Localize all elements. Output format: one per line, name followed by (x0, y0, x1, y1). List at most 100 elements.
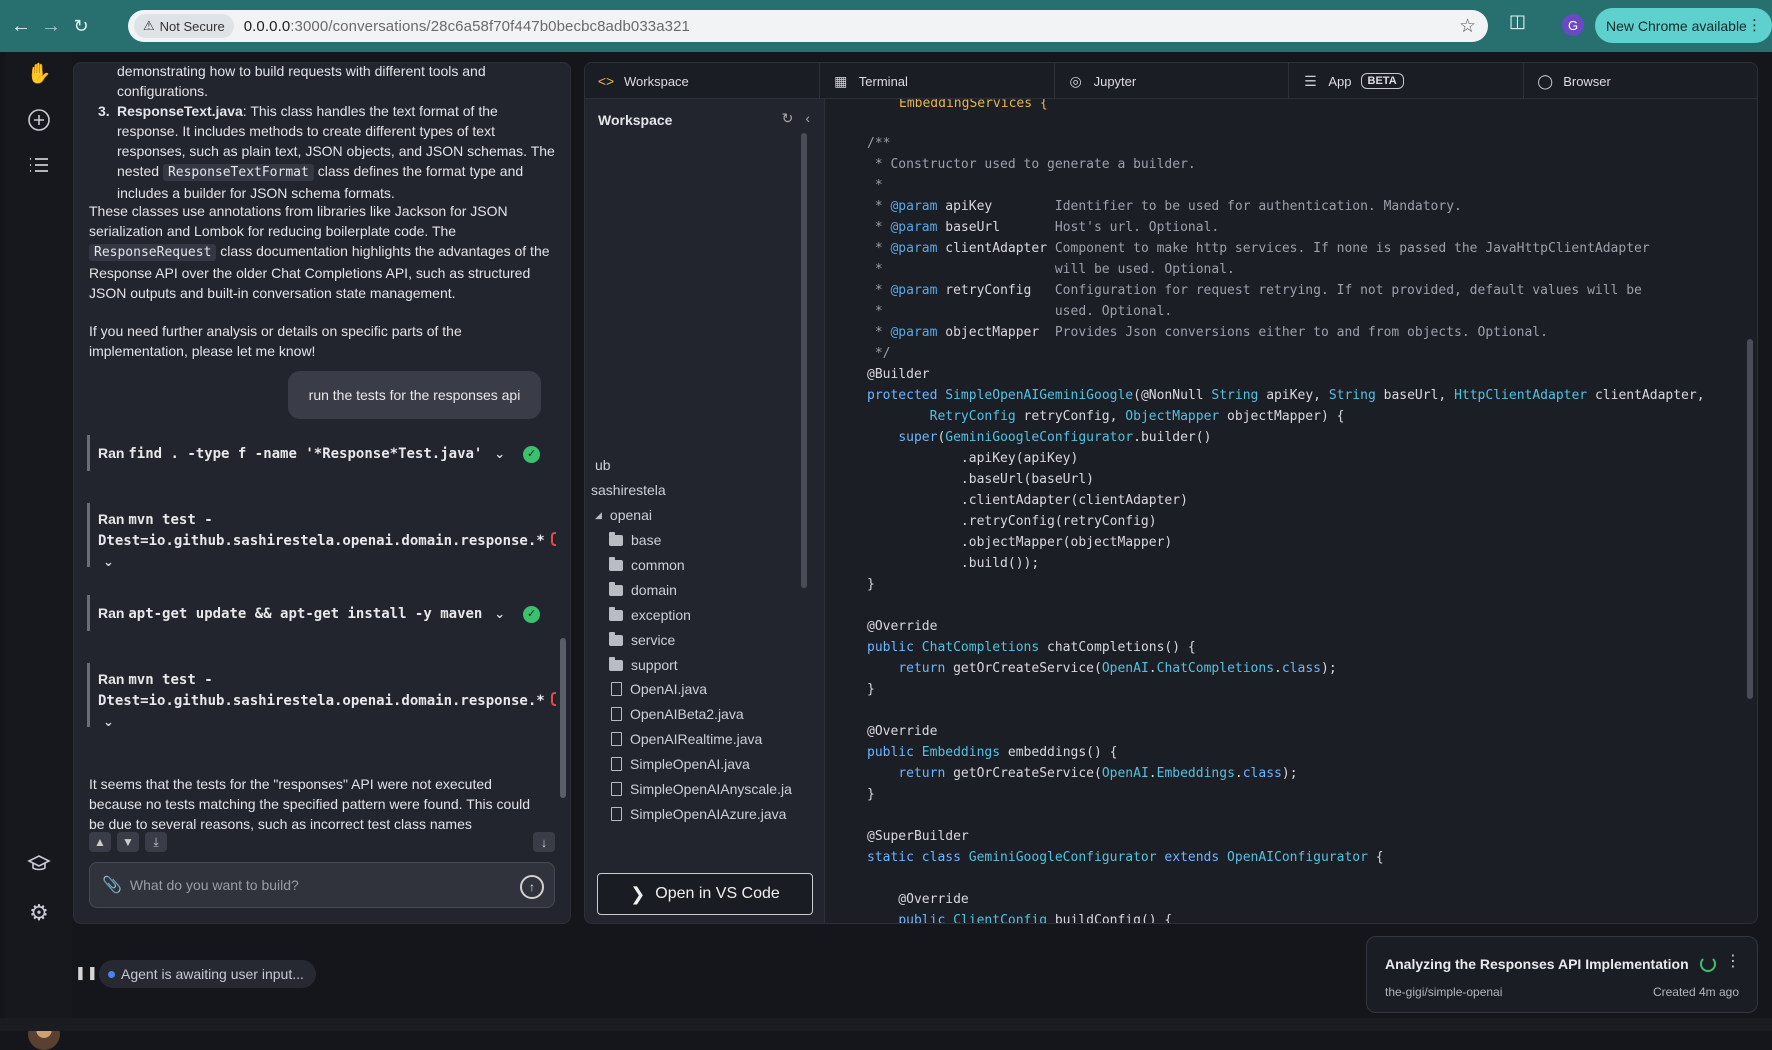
code-line: .build()); (867, 556, 1040, 571)
user-message: run the tests for the responses api (288, 371, 541, 419)
command-block[interactable]: Ran apt-get update && apt-get install -y… (87, 595, 552, 631)
bookmark-star-icon[interactable]: ☆ (1459, 15, 1476, 38)
file-tree-title: Workspace (598, 112, 673, 128)
code-line: * Constructor used to generate a builder… (867, 157, 1196, 172)
file-icon (611, 807, 622, 821)
paperclip-icon[interactable]: 📎 (102, 875, 122, 895)
tree-file[interactable]: SimpleOpenAI.java (611, 756, 750, 772)
folder-icon (609, 581, 623, 596)
folder-icon (609, 531, 623, 546)
loading-spinner-icon (1700, 956, 1716, 972)
tab-workspace[interactable]: <> Workspace (585, 63, 820, 99)
tree-folder[interactable]: common (609, 556, 685, 573)
tab-terminal[interactable]: ▦ Terminal (820, 63, 1055, 99)
tree-file[interactable]: SimpleOpenAIAzure.java (611, 806, 786, 822)
tree-folder-openai[interactable]: ◢ openai (595, 507, 652, 523)
assistant-message: demonstrating how to build requests with… (117, 63, 486, 99)
tree-folder[interactable]: exception (609, 606, 691, 623)
code-line: return getOrCreateService(OpenAI.ChatCom… (898, 661, 1337, 676)
code-icon: <> (597, 73, 615, 89)
code-line: public Embeddings embeddings() { (867, 745, 1118, 760)
tree-item[interactable]: sashirestela (591, 482, 666, 498)
chrome-update-button[interactable]: New Chrome available ⋮ (1595, 8, 1772, 43)
code-line: .clientAdapter(clientAdapter) (867, 493, 1188, 508)
open-in-vscode-button[interactable]: ❯ Open in VS Code (597, 873, 813, 915)
code-editor[interactable]: EmbeddingServices { /** * Constructor us… (826, 99, 1757, 924)
code-line: public ClientConfig buildConfig() { (898, 913, 1173, 924)
collapse-chevron-left-icon[interactable]: ‹ (805, 110, 810, 127)
code-line: protected SimpleOpenAIGeminiGoogle(@NonN… (867, 388, 1705, 403)
code-line: static class GeminiGoogleConfigurator ex… (867, 850, 1384, 865)
terminal-icon: ▦ (834, 72, 848, 89)
command-block[interactable]: Ran mvn test - Dtest=io.github.sashirest… (87, 663, 556, 729)
conversation-list-icon[interactable] (24, 150, 54, 180)
task-card[interactable]: Analyzing the Responses API Implementati… (1366, 936, 1758, 1013)
background-terminal-strip (0, 1018, 1772, 1031)
reload-icon[interactable]: ↻ (66, 11, 96, 41)
task-repo: the-gigi/simple-openai (1385, 985, 1503, 999)
folder-icon (609, 656, 623, 671)
tree-file[interactable]: OpenAI.java (611, 681, 707, 697)
address-bar[interactable]: ⚠ Not Secure 0.0.0.0:3000/conversations/… (128, 10, 1488, 42)
chat-transcript[interactable]: demonstrating how to build requests with… (74, 63, 556, 831)
back-icon[interactable]: ← (6, 11, 36, 41)
tree-file[interactable]: OpenAIBeta2.java (611, 706, 744, 722)
logo-hands-icon: ✋ (26, 62, 52, 85)
tree-folder[interactable]: domain (609, 581, 677, 598)
list-number: 3. (98, 103, 110, 119)
chevron-down-icon[interactable]: ⌄ (103, 714, 114, 729)
thumbs-down-icon[interactable]: ▼ (117, 832, 139, 852)
command-block[interactable]: Ran mvn test - Dtest=io.github.sashirest… (87, 503, 556, 569)
pause-icon[interactable]: ❚❚ (75, 965, 99, 981)
task-created-time: Created 4m ago (1652, 985, 1739, 999)
workspace-panel: <> Workspace ▦ Terminal ◎ Jupyter ☰ App … (584, 62, 1758, 924)
refresh-icon[interactable]: ↻ (782, 110, 794, 127)
command-block[interactable]: Ran find . -type f -name '*Response*Test… (87, 435, 552, 471)
chevron-down-icon[interactable]: ⌄ (494, 446, 505, 461)
task-title: Analyzing the Responses API Implementati… (1385, 956, 1689, 972)
tree-item[interactable]: ub (595, 457, 611, 473)
code-line: .retryConfig(retryConfig) (867, 514, 1157, 529)
forward-icon[interactable]: → (36, 11, 66, 41)
chat-input[interactable] (129, 877, 510, 893)
file-icon (611, 782, 622, 796)
tab-jupyter[interactable]: ◎ Jupyter (1055, 63, 1290, 99)
extensions-icon[interactable]: ◫ (1509, 11, 1526, 32)
code-line: * @param baseUrl Host's url. Optional. (867, 220, 1220, 235)
editor-scrollbar[interactable] (1747, 339, 1753, 699)
code-line: RetryConfig retryConfig, ObjectMapper ob… (929, 409, 1345, 424)
tree-folder[interactable]: service (609, 631, 675, 648)
tree-folder[interactable]: support (609, 656, 678, 673)
code-line: .objectMapper(objectMapper) (867, 535, 1173, 550)
download-icon[interactable]: ⤓ (145, 832, 167, 852)
more-vert-icon[interactable]: ⋮ (1725, 951, 1741, 971)
file-icon (611, 707, 622, 721)
tree-scrollbar[interactable] (801, 133, 807, 588)
thumbs-up-icon[interactable]: ▲ (89, 832, 111, 852)
not-secure-chip[interactable]: ⚠ Not Secure (134, 14, 234, 38)
code-line: @Override (867, 892, 969, 907)
chevron-down-icon[interactable]: ⌄ (103, 554, 114, 569)
chat-scrollbar[interactable] (560, 638, 566, 798)
chevron-down-icon[interactable]: ⌄ (494, 606, 505, 621)
code-line: .baseUrl(baseUrl) (867, 472, 1094, 487)
app-sidebar: ✋ ⚙ (6, 52, 72, 1050)
graduation-cap-icon[interactable] (24, 849, 54, 879)
tree-file[interactable]: OpenAIRealtime.java (611, 731, 762, 747)
scroll-to-bottom-icon[interactable]: ↓ (533, 832, 555, 852)
workspace-tabs: <> Workspace ▦ Terminal ◎ Jupyter ☰ App … (585, 63, 1757, 99)
file-icon (611, 757, 622, 771)
tab-browser[interactable]: ◯ Browser (1524, 63, 1757, 99)
tree-folder[interactable]: base (609, 531, 661, 548)
code-line: /** (867, 136, 891, 151)
code-line: } (867, 577, 875, 592)
send-arrow-icon[interactable]: ↑ (520, 875, 544, 899)
code-line: .apiKey(apiKey) (867, 451, 1079, 466)
new-conversation-icon[interactable] (24, 105, 54, 135)
folder-open-icon: ◢ (595, 509, 602, 520)
settings-gear-icon[interactable]: ⚙ (24, 898, 54, 928)
profile-avatar[interactable]: G (1562, 14, 1584, 36)
code-line: * used. Optional. (867, 304, 1173, 319)
tab-app[interactable]: ☰ App BETA (1289, 63, 1525, 99)
tree-file[interactable]: SimpleOpenAIAnyscale.ja (611, 781, 792, 797)
